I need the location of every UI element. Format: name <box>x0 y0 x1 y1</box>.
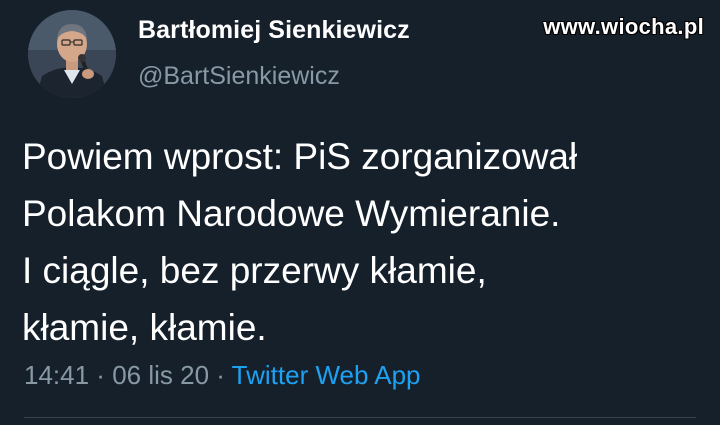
avatar-photo <box>28 10 116 98</box>
tweet-time[interactable]: 14:41 <box>24 360 89 390</box>
author-display-name[interactable]: Bartłomiej Sienkiewicz <box>138 16 410 45</box>
tweet-text-line: I ciągle, bez przerwy kłamie, <box>22 250 487 291</box>
avatar[interactable] <box>28 10 116 98</box>
tweet-source-link[interactable]: Twitter Web App <box>232 360 421 390</box>
meta-separator: · <box>209 360 232 390</box>
meta-separator: · <box>89 360 113 390</box>
tweet-text: Powiem wprost: PiS zorganizował Polakom … <box>22 128 712 356</box>
tweet: Bartłomiej Sienkiewicz @BartSienkiewicz … <box>0 0 720 425</box>
tweet-text-line: Polakom Narodowe Wymieranie. <box>22 193 561 234</box>
tweet-metadata: 14:41 · 06 lis 20 · Twitter Web App <box>24 360 421 391</box>
tweet-text-line: kłamie, kłamie. <box>22 307 267 348</box>
divider <box>24 417 696 418</box>
watermark: www.wiocha.pl <box>543 14 704 39</box>
tweet-text-line: Powiem wprost: PiS zorganizował <box>22 136 578 177</box>
tweet-date[interactable]: 06 lis 20 <box>112 360 209 390</box>
author-handle[interactable]: @BartSienkiewicz <box>138 62 340 91</box>
